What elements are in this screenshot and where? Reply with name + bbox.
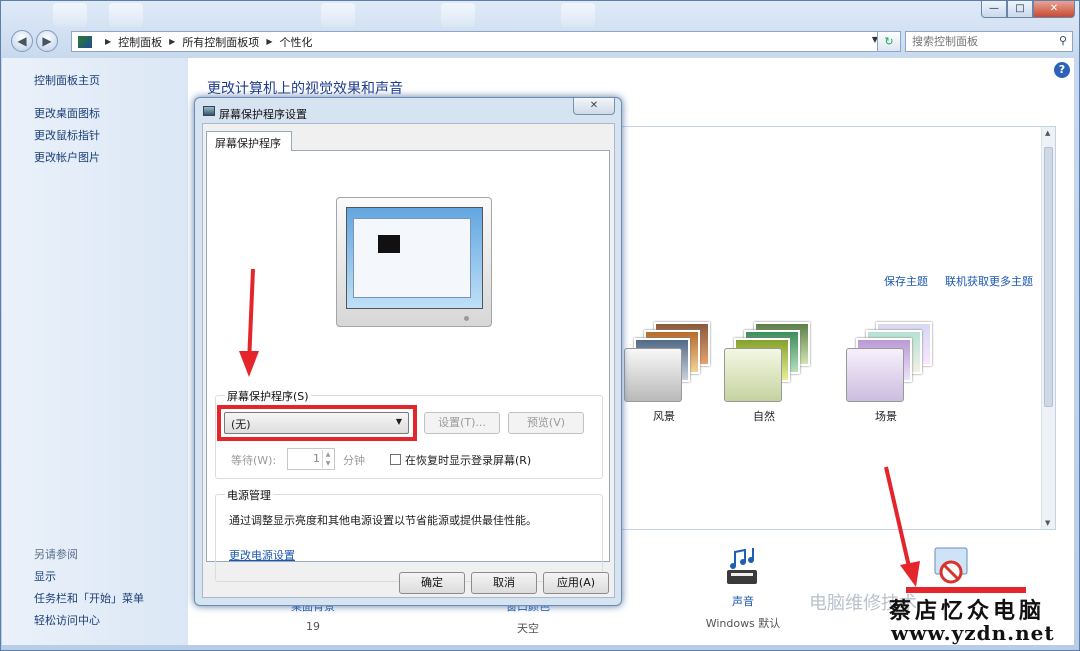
watermark-url: www.yzdn.net (891, 621, 1055, 645)
preview-button[interactable]: 预览(V) (508, 412, 584, 434)
dialog-close-button[interactable]: ✕ (573, 98, 615, 115)
wait-unit: 分钟 (343, 454, 365, 467)
scroll-thumb[interactable] (1044, 147, 1053, 407)
resume-logon-label[interactable]: 在恢复时显示登录屏幕(R) (405, 452, 531, 468)
control-panel-window: — □ ✕ ◀ ▶ ▶ 控制面板 ▶ 所有控制面板项 ▶ 个性化 ▼ ↻ ⚲ 控… (0, 0, 1080, 651)
sidebar: 控制面板主页 更改桌面图标 更改鼠标指针 更改帐户图片 另请参阅 显示 任务栏和… (2, 58, 188, 645)
theme-color-chip (724, 348, 782, 402)
close-button[interactable]: ✕ (1033, 1, 1075, 18)
sounds-item[interactable]: 声音 Windows 默认 (693, 546, 793, 631)
sound-icon (727, 548, 757, 584)
theme-landscape[interactable]: 风景 (624, 322, 734, 432)
red-arrow-icon (884, 466, 920, 587)
red-arrow-icon (239, 268, 259, 377)
ok-button[interactable]: 确定 (399, 572, 465, 594)
refresh-button[interactable]: ↻ (877, 31, 901, 52)
breadcrumb-separator-icon: ▶ (105, 37, 112, 46)
taskbar-icon[interactable] (321, 3, 355, 27)
title-bar: — □ ✕ (1, 1, 1079, 27)
scroll-up-icon[interactable]: ▲ (1045, 129, 1050, 137)
cancel-button[interactable]: 取消 (471, 572, 537, 594)
save-theme-link[interactable]: 保存主题 (884, 273, 928, 289)
theme-name: 风景 (653, 410, 675, 423)
preview-window (353, 218, 471, 298)
sidebar-link-mouse-pointer[interactable]: 更改鼠标指针 (34, 127, 100, 143)
monitor-icon (203, 106, 215, 116)
power-group-label: 电源管理 (225, 487, 273, 503)
power-group (215, 494, 603, 582)
back-button[interactable]: ◀ (11, 30, 33, 52)
control-panel-icon (78, 35, 92, 48)
sidebar-link-taskbar[interactable]: 任务栏和「开始」菜单 (34, 590, 144, 606)
settings-button[interactable]: 设置(T)... (424, 412, 500, 434)
search-box[interactable]: ⚲ (905, 31, 1073, 52)
preview-screen (346, 207, 483, 309)
breadcrumb-item[interactable]: 个性化 (279, 34, 312, 50)
dialog-title: 屏幕保护程序设置 (219, 108, 307, 121)
sidebar-link-account-picture[interactable]: 更改帐户图片 (34, 149, 100, 165)
theme-scenes[interactable]: 场景 (846, 322, 956, 432)
vertical-scrollbar[interactable]: ▲ ▼ (1041, 127, 1055, 529)
page-title: 更改计算机上的视觉效果和声音 (207, 81, 403, 97)
monitor-preview (336, 197, 492, 327)
minimize-button[interactable]: — (981, 1, 1007, 18)
stepper-arrows-icon[interactable]: ▲ ▼ (322, 450, 333, 468)
search-input[interactable] (912, 35, 1052, 48)
window-color-value: 天空 (517, 622, 539, 635)
wait-label: 等待(W): (231, 454, 277, 467)
taskbar-icon[interactable] (441, 3, 475, 27)
theme-name: 自然 (753, 410, 775, 423)
highlight-box (217, 405, 417, 441)
sidebar-link-ease-of-access[interactable]: 轻松访问中心 (34, 612, 100, 628)
sidebar-link-desktop-icons[interactable]: 更改桌面图标 (34, 105, 100, 121)
screen-saver-icon (934, 547, 968, 584)
see-also-heading: 另请参阅 (34, 548, 78, 561)
change-power-settings-link[interactable]: 更改电源设置 (229, 547, 295, 563)
preview-thumbnail (378, 235, 400, 253)
sidebar-home-link[interactable]: 控制面板主页 (34, 72, 100, 88)
taskbar-icon[interactable] (109, 3, 143, 27)
theme-color-chip (846, 348, 904, 402)
scroll-down-icon[interactable]: ▼ (1045, 519, 1050, 527)
resume-logon-checkbox[interactable] (390, 454, 401, 465)
navigation-bar: ◀ ▶ ▶ 控制面板 ▶ 所有控制面板项 ▶ 个性化 ▼ ↻ ⚲ (9, 30, 1073, 53)
screen-saver-label: 屏幕保护程序(S) (225, 388, 311, 404)
get-more-themes-link[interactable]: 联机获取更多主题 (945, 273, 1033, 289)
theme-name: 场景 (875, 410, 897, 423)
sidebar-link-display[interactable]: 显示 (34, 568, 56, 584)
sounds-value: Windows 默认 (705, 617, 781, 630)
taskbar-icon[interactable] (561, 3, 595, 27)
address-bar[interactable]: ▶ 控制面板 ▶ 所有控制面板项 ▶ 个性化 ▼ (71, 31, 883, 52)
breadcrumb-item[interactable]: 所有控制面板项 (182, 34, 259, 50)
maximize-button[interactable]: □ (1007, 1, 1033, 18)
forward-button[interactable]: ▶ (36, 30, 58, 52)
tab-screen-saver[interactable]: 屏幕保护程序 (206, 131, 292, 151)
wait-stepper[interactable]: 1 ▲ ▼ (287, 448, 335, 470)
power-led-icon (464, 316, 469, 321)
theme-color-chip (624, 348, 682, 402)
apply-button[interactable]: 应用(A) (543, 572, 609, 594)
breadcrumb-item[interactable]: 控制面板 (118, 34, 162, 50)
search-icon[interactable]: ⚲ (1059, 34, 1067, 47)
taskbar-icon[interactable] (53, 3, 87, 27)
help-icon[interactable]: ? (1054, 62, 1070, 78)
wait-value: 1 (313, 452, 320, 465)
desktop-background-value: 19 (306, 620, 320, 633)
window-controls: — □ ✕ (981, 1, 1075, 18)
sounds-label[interactable]: 声音 (693, 593, 793, 609)
breadcrumb-separator-icon: ▶ (169, 37, 176, 46)
power-description: 通过调整显示亮度和其他电源设置以节省能源或提供最佳性能。 (229, 514, 537, 527)
theme-nature[interactable]: 自然 (724, 322, 834, 432)
breadcrumb-separator-icon: ▶ (266, 37, 273, 46)
